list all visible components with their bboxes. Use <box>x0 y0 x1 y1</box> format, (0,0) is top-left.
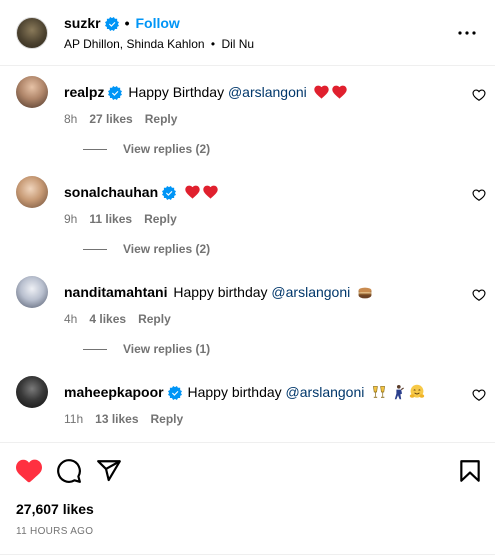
audio-info[interactable]: AP Dhillon, Shinda Kahlon • Dil Nu <box>64 37 254 51</box>
comment-likes[interactable]: 13 likes <box>95 412 138 426</box>
cake-icon <box>358 287 372 299</box>
author-username[interactable]: suzkr <box>64 15 101 31</box>
comment-mention[interactable]: @arslangoni <box>271 284 350 300</box>
comment-meta: 8h 27 likes Reply <box>64 112 189 126</box>
comment-line: sonalchauhan <box>64 184 218 200</box>
bottom-divider <box>0 554 495 555</box>
view-replies-label: View replies (2) <box>123 142 211 156</box>
view-replies-label: View replies (1) <box>123 342 211 356</box>
comment-text: Happy birthday <box>187 384 282 400</box>
comment-likes[interactable]: 4 likes <box>89 312 126 326</box>
commenter-avatar[interactable] <box>16 76 48 108</box>
view-replies-label: View replies (2) <box>123 242 211 256</box>
comment-item: maheepkapoor Happy birthday @arslangoni … <box>16 376 486 436</box>
likes-count[interactable]: 27,607 likes <box>16 501 94 517</box>
replies-dash <box>83 249 107 251</box>
comment-text: Happy birthday <box>173 284 268 300</box>
comment-time[interactable]: 9h <box>64 212 77 226</box>
post-time[interactable]: 11 HOURS AGO <box>16 526 93 537</box>
like-comment-icon[interactable] <box>472 388 486 402</box>
separator-dot: • <box>124 15 130 31</box>
comment-line: maheepkapoor Happy birthday @arslangoni <box>64 384 425 400</box>
verified-badge-icon <box>167 386 182 400</box>
comment-time[interactable]: 11h <box>64 412 83 426</box>
comment-mention[interactable]: @arslangoni <box>286 384 365 400</box>
author-avatar[interactable] <box>16 17 48 49</box>
replies-dash <box>83 349 107 351</box>
comment-time[interactable]: 4h <box>64 312 77 326</box>
view-replies-button[interactable]: View replies (2) <box>83 142 210 156</box>
follow-button[interactable]: Follow <box>135 15 179 31</box>
commenter-username[interactable]: maheepkapoor <box>64 384 164 400</box>
verified-badge-icon <box>108 86 123 100</box>
comment-line: realpz Happy Birthday @arslangoni <box>64 84 347 100</box>
verified-badge-icon <box>104 17 119 31</box>
red-heart-icon <box>331 85 347 99</box>
audio-track: Dil Nu <box>221 37 255 51</box>
comment-item: nanditamahtani Happy birthday @arslangon… <box>16 276 486 366</box>
post-header: suzkr • Follow AP Dhillon, Shinda Kahlon •… <box>0 0 495 66</box>
commenter-username[interactable]: realpz <box>64 84 104 100</box>
commenter-avatar[interactable] <box>16 376 48 408</box>
commenter-username[interactable]: sonalchauhan <box>64 184 158 200</box>
comment-meta: 4h 4 likes Reply <box>64 312 183 326</box>
red-heart-icon <box>185 185 200 199</box>
reply-button[interactable]: Reply <box>138 312 171 326</box>
bookmark-icon[interactable] <box>457 458 483 484</box>
red-heart-icon <box>313 85 329 99</box>
hugging-face-icon <box>410 384 425 398</box>
reply-button[interactable]: Reply <box>145 112 178 126</box>
more-options-icon[interactable] <box>455 21 479 45</box>
comment-item: sonalchauhan 9h 11 likes Reply View replie… <box>16 176 486 266</box>
commenter-avatar[interactable] <box>16 276 48 308</box>
comment-item: realpz Happy Birthday @arslangoni 8h 27 l… <box>16 76 486 166</box>
like-comment-icon[interactable] <box>472 288 486 302</box>
comment-time[interactable]: 8h <box>64 112 77 126</box>
heart-filled-icon[interactable] <box>16 458 42 484</box>
comment-meta: 9h 11 likes Reply <box>64 212 189 226</box>
commenter-username[interactable]: nanditamahtani <box>64 284 167 300</box>
like-comment-icon[interactable] <box>472 188 486 202</box>
replies-dash <box>83 149 107 151</box>
clinking-glasses-icon <box>373 386 386 398</box>
red-heart-icon <box>203 185 218 199</box>
author-line: suzkr • Follow <box>64 15 180 31</box>
commenter-avatar[interactable] <box>16 176 48 208</box>
share-icon[interactable] <box>96 458 122 484</box>
comment-mention[interactable]: @arslangoni <box>228 84 307 100</box>
audio-separator-dot: • <box>210 37 216 51</box>
verified-badge-icon <box>162 186 177 200</box>
post-actions: 27,607 likes 11 HOURS AGO <box>0 442 495 559</box>
comment-icon[interactable] <box>56 458 82 484</box>
view-replies-button[interactable]: View replies (1) <box>83 342 210 356</box>
view-replies-button[interactable]: View replies (2) <box>83 242 210 256</box>
comment-line: nanditamahtani Happy birthday @arslangon… <box>64 284 373 300</box>
reply-button[interactable]: Reply <box>144 212 177 226</box>
comment-likes[interactable]: 11 likes <box>89 212 132 226</box>
comment-likes[interactable]: 27 likes <box>89 112 132 126</box>
audio-artists: AP Dhillon, Shinda Kahlon <box>64 37 205 51</box>
comment-meta: 11h 13 likes Reply <box>64 412 195 426</box>
comment-text: Happy Birthday <box>128 84 225 100</box>
person-dancing-icon <box>395 384 405 400</box>
reply-button[interactable]: Reply <box>151 412 184 426</box>
like-comment-icon[interactable] <box>472 88 486 102</box>
